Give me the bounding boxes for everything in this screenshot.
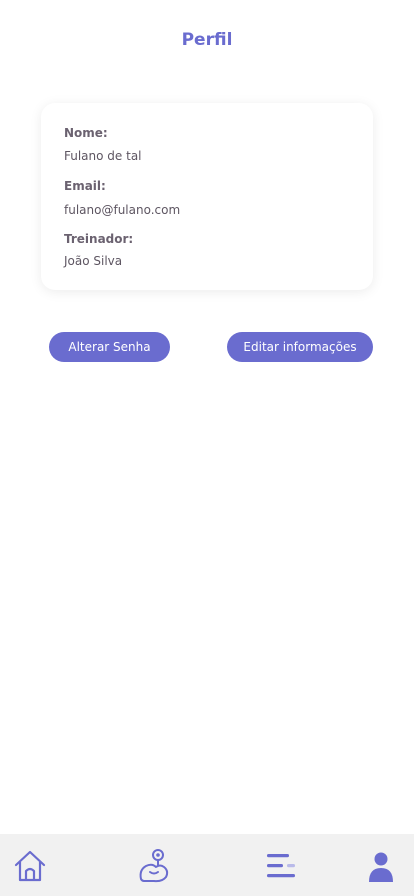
trainer-value: João Silva	[64, 254, 123, 268]
edit-info-button[interactable]: Editar informações	[227, 332, 373, 362]
name-value: Fulano de tal	[64, 149, 142, 163]
home-icon	[14, 850, 46, 882]
profile-card: Nome: Fulano de tal Email: fulano@fulano…	[41, 103, 373, 290]
tab-home[interactable]	[10, 846, 50, 886]
tab-profile[interactable]	[361, 846, 401, 886]
page-title: Perfil	[181, 30, 233, 50]
change-password-button[interactable]: Alterar Senha	[49, 332, 170, 362]
tab-workout[interactable]	[134, 846, 174, 886]
trainer-label: Treinador:	[64, 232, 134, 246]
bottom-tab-bar	[0, 834, 414, 896]
profile-icon	[369, 852, 393, 882]
profile-screen: Perfil Nome: Fulano de tal Email: fulano…	[0, 0, 414, 896]
workout-icon	[139, 849, 169, 883]
name-label: Nome:	[64, 126, 108, 140]
menu-icon	[267, 854, 295, 878]
email-label: Email:	[64, 179, 106, 193]
tab-menu[interactable]	[261, 846, 301, 886]
email-value: fulano@fulano.com	[64, 203, 181, 217]
